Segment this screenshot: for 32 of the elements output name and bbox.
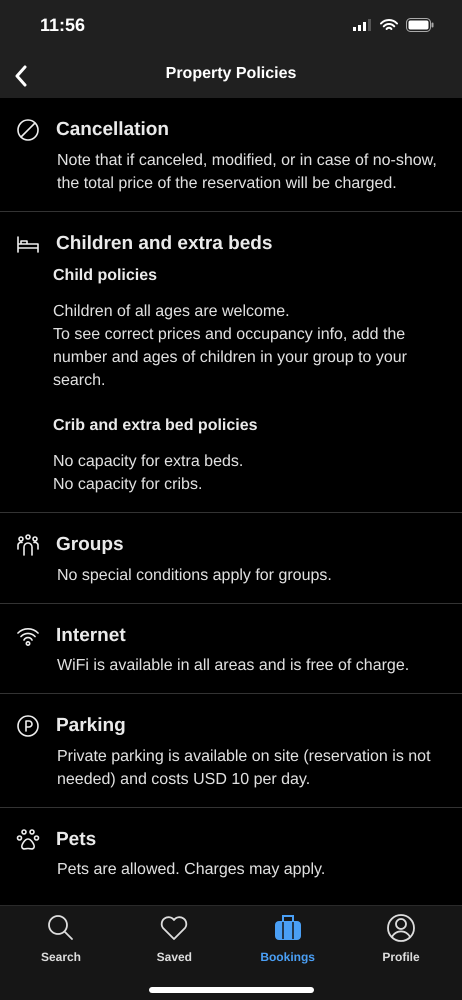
status-time: 11:56 <box>40 14 86 36</box>
paw-icon <box>16 828 40 852</box>
no-entry-icon <box>16 118 40 142</box>
tab[interactable]: Saved <box>129 906 220 966</box>
battery-icon <box>406 18 434 32</box>
policy-text: Pets are allowed. Charges may apply. <box>57 860 326 880</box>
tab[interactable]: Profile <box>356 906 446 966</box>
back-chevron-icon <box>14 64 28 87</box>
policy-text: No special conditions apply for groups. <box>57 566 333 586</box>
policy-text: No capacity for cribs. <box>53 475 204 495</box>
tab[interactable]: Bookings <box>242 906 333 966</box>
policy-text: Note that if canceled, modified, or in case of no-show, the total price of the reservation will be charged. <box>57 150 438 194</box>
policy-text: To see correct prices and occupancy info, add the number and ages of children in your group to your search. <box>53 325 408 391</box>
section-title: Pets <box>56 828 96 852</box>
people-icon <box>16 533 40 558</box>
subsection-heading: Child policies <box>53 266 158 286</box>
section-title: Cancellation <box>56 118 169 142</box>
page-title: Property Policies <box>166 64 296 84</box>
subsection-heading: Crib and extra bed policies <box>53 416 258 436</box>
section-title: Internet <box>56 624 126 648</box>
policy-text: WiFi is available in all areas and is free of charge. <box>57 656 410 676</box>
section-title: Groups <box>56 533 124 557</box>
person-icon <box>384 912 417 944</box>
signal-icon <box>353 19 372 31</box>
parking-icon <box>16 714 40 738</box>
tab[interactable]: Search <box>16 906 106 966</box>
policy-text: No capacity for extra beds. <box>53 452 244 472</box>
wifi-icon <box>380 18 398 32</box>
section-title: Parking <box>56 714 126 738</box>
section-title: Children and extra beds <box>56 232 272 256</box>
policy-text: Private parking is available on site (reservation is not needed) and costs USD 10 per day. <box>57 746 432 790</box>
policy-text: Children of all ages are welcome. <box>53 302 291 322</box>
